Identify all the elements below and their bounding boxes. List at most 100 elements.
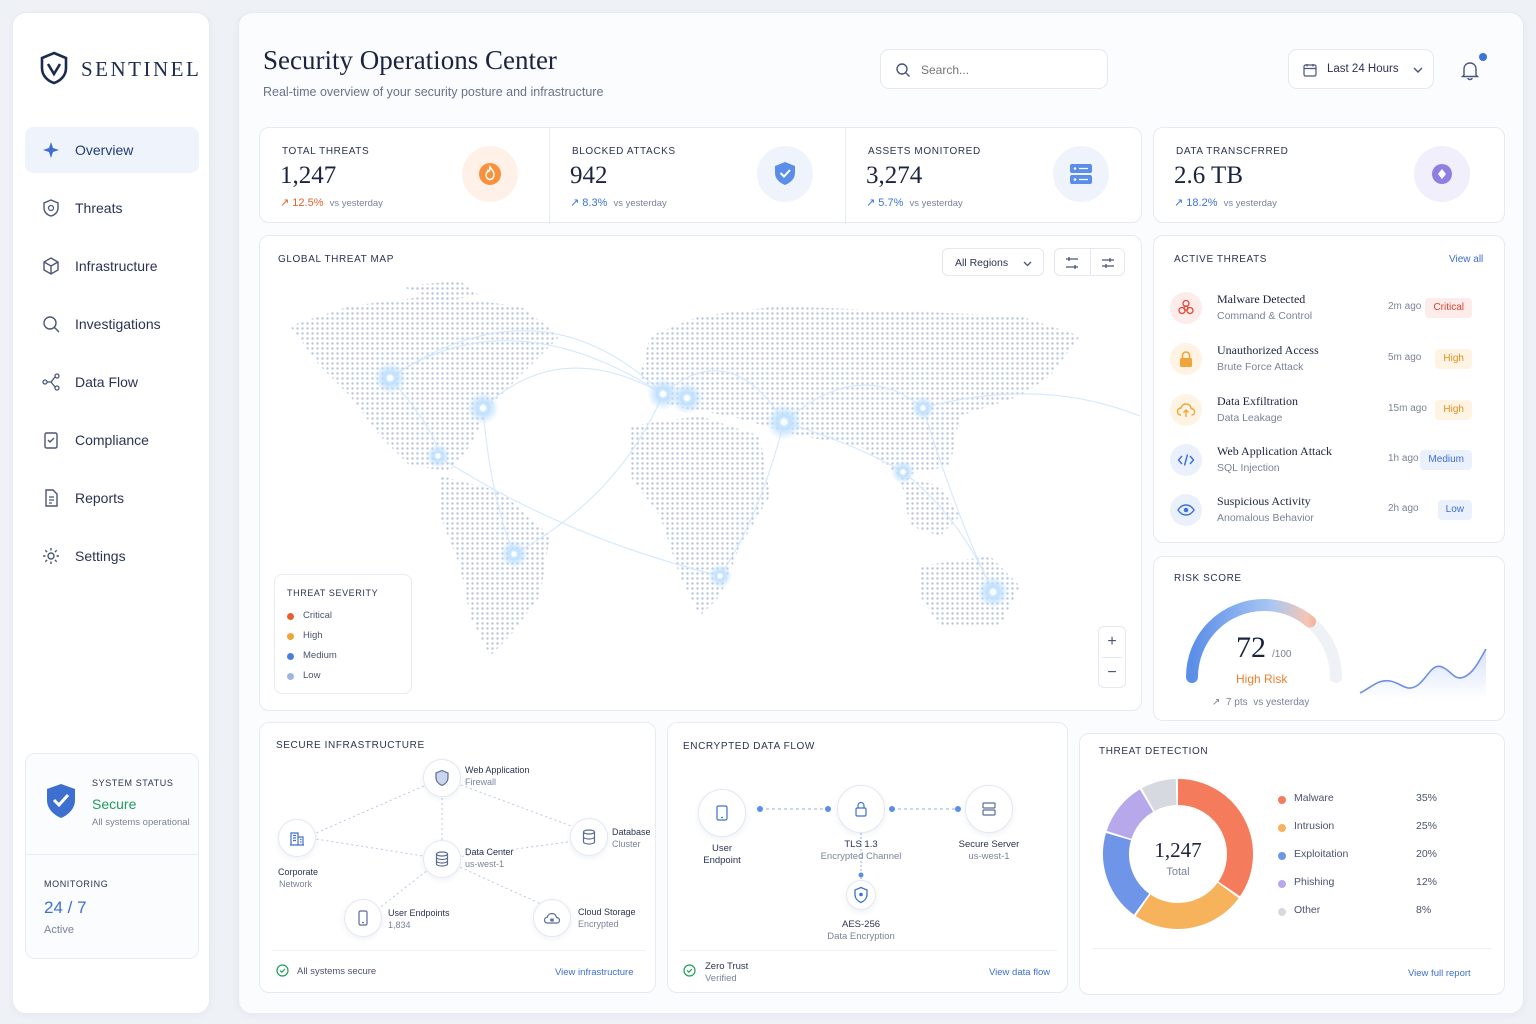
- node-label: Cloud Storage Encrypted: [578, 906, 636, 930]
- threat-item[interactable]: Malware Detected Command & Control 2m ag…: [1170, 286, 1488, 336]
- nav-label: Data Flow: [75, 374, 139, 390]
- lock-icon: [1170, 343, 1202, 375]
- server-icon: [1053, 146, 1109, 202]
- risk-delta-note: vs yesterday: [1253, 697, 1310, 708]
- lock-icon: [855, 801, 867, 817]
- firewall-node[interactable]: [423, 759, 461, 797]
- biohazard-icon: [1170, 292, 1202, 324]
- node-title: AES-256: [841, 919, 881, 930]
- nav-infrastructure[interactable]: Infrastructure: [25, 243, 199, 289]
- search-box[interactable]: [880, 49, 1108, 89]
- risk-level: High Risk: [1236, 672, 1288, 686]
- zoom-out-button[interactable]: −: [1099, 658, 1125, 688]
- nav-investigations[interactable]: Investigations: [25, 301, 199, 347]
- cube-icon: [43, 257, 59, 275]
- node-sub: Endpoint: [703, 855, 741, 866]
- database-node[interactable]: [570, 818, 608, 856]
- cloud-storage-node[interactable]: [533, 899, 571, 937]
- legend-dot: [287, 633, 294, 640]
- nav-compliance[interactable]: Compliance: [25, 417, 199, 463]
- user-endpoint-node[interactable]: [698, 789, 746, 837]
- node-title: User Endpoints: [388, 908, 450, 918]
- secure-server-node[interactable]: [965, 785, 1013, 833]
- data-transfer-icon: [1414, 146, 1470, 202]
- threat-type: Anomalous Behavior: [1217, 512, 1314, 524]
- nav-data-flow[interactable]: Data Flow: [25, 359, 199, 405]
- divider: [26, 854, 198, 855]
- view-data-flow-link[interactable]: View data flow: [989, 967, 1050, 978]
- zero-trust-status: Zero Trust Verified: [705, 961, 748, 985]
- search-input[interactable]: [921, 60, 1091, 80]
- view-infrastructure-link[interactable]: View infrastructure: [555, 967, 634, 978]
- nav-label: Compliance: [75, 432, 149, 448]
- donut-total: 1,247: [1154, 838, 1202, 862]
- region-select[interactable]: All Regions: [942, 248, 1044, 276]
- legend-value: 12%: [1416, 876, 1438, 888]
- brand-name: SENTINEL: [81, 57, 202, 81]
- threat-type: Brute Force Attack: [1217, 361, 1304, 373]
- kpi-label: ASSETS MONITORED: [868, 146, 981, 157]
- corporate-network-node[interactable]: [278, 819, 316, 857]
- zoom-in-button[interactable]: +: [1099, 627, 1125, 657]
- chevron-down-icon: [1413, 67, 1423, 73]
- threat-time: 1h ago: [1388, 453, 1419, 464]
- shield-icon: [43, 199, 59, 217]
- risk-score-max: /100: [1272, 649, 1292, 660]
- kpi-delta-note: vs yesterday: [1223, 198, 1277, 209]
- kpi-value: 1,247: [280, 162, 337, 189]
- monitoring-value: 24 / 7: [44, 898, 87, 917]
- legend-dot: [1278, 908, 1286, 916]
- kpi-delta: 18.2%: [1186, 197, 1218, 209]
- node-label: Web Application Firewall: [465, 764, 529, 788]
- view-all-link[interactable]: View all: [1449, 254, 1483, 265]
- tls-channel-node[interactable]: [837, 785, 885, 833]
- nav-settings[interactable]: Settings: [25, 533, 199, 579]
- node-title: Corporate: [278, 867, 319, 877]
- donut-slice-intrusion[interactable]: [1135, 882, 1239, 929]
- severity-badge: Low: [1437, 500, 1472, 520]
- user-endpoints-node[interactable]: [344, 899, 382, 937]
- view-full-report-link[interactable]: View full report: [1408, 968, 1471, 979]
- search-icon: [43, 316, 60, 333]
- filter-icon[interactable]: [1100, 256, 1116, 270]
- notification-bell-icon[interactable]: [1459, 53, 1487, 81]
- threat-name: Suspicious Activity: [1217, 494, 1311, 508]
- legend-label: Low: [303, 670, 321, 681]
- threat-name: Data Exfiltration: [1217, 394, 1298, 408]
- kpi-value: 2.6 TB: [1174, 162, 1243, 189]
- date-range-label: Last 24 Hours: [1327, 63, 1399, 75]
- flow-icon: [42, 373, 60, 391]
- arrow-up-icon: ↗: [570, 197, 580, 209]
- threat-item[interactable]: Unauthorized Access Brute Force Attack 5…: [1170, 337, 1488, 387]
- date-range-select[interactable]: Last 24 Hours: [1288, 49, 1434, 89]
- sliders-icon[interactable]: [1064, 256, 1080, 270]
- node-title: Database: [612, 827, 651, 837]
- threat-map-title: GLOBAL THREAT MAP: [278, 254, 394, 265]
- node-sub: Network: [279, 879, 313, 889]
- threat-item[interactable]: Suspicious Activity Anomalous Behavior 2…: [1170, 488, 1488, 538]
- node-label: User Endpoints 1,834: [388, 907, 450, 931]
- donut-slice-phishing[interactable]: [1106, 789, 1154, 840]
- nav-reports[interactable]: Reports: [25, 475, 199, 521]
- threat-item[interactable]: Web Application Attack SQL Injection 1h …: [1170, 438, 1488, 488]
- severity-badge: Medium: [1420, 450, 1472, 470]
- legend-value: 25%: [1416, 820, 1438, 832]
- legend-value: 35%: [1416, 792, 1438, 804]
- donut-slice-other[interactable]: [1141, 779, 1178, 812]
- nav-overview[interactable]: Overview: [25, 127, 199, 173]
- search-icon: [896, 63, 910, 77]
- divider: [1090, 249, 1091, 275]
- legend-label: Intrusion: [1294, 820, 1335, 832]
- aes-encryption-node[interactable]: [846, 880, 876, 910]
- threat-time: 2m ago: [1388, 301, 1422, 312]
- severity-badge: Critical: [1425, 298, 1472, 318]
- nav-threats[interactable]: Threats: [25, 185, 199, 231]
- legend-dot: [1278, 852, 1286, 860]
- legend-label: Medium: [303, 650, 337, 661]
- legend-value: 8%: [1416, 904, 1432, 916]
- data-center-node[interactable]: [423, 840, 461, 878]
- threat-item[interactable]: Data Exfiltration Data Leakage 15m ago H…: [1170, 388, 1488, 438]
- risk-score-title: RISK SCORE: [1174, 573, 1242, 584]
- node-sub: Data Encryption: [827, 931, 895, 942]
- severity-badge: High: [1435, 349, 1472, 369]
